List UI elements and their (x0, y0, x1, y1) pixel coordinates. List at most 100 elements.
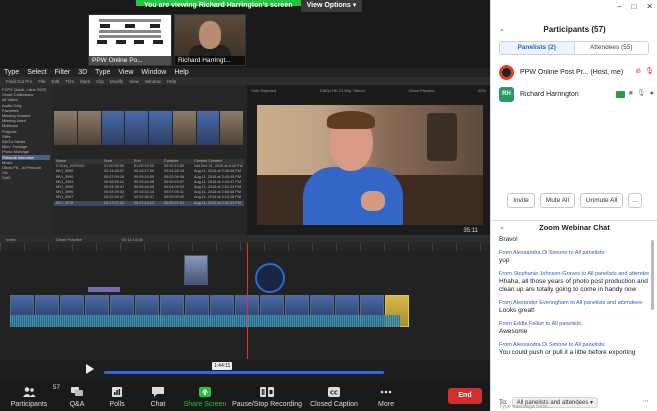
title-clip[interactable] (88, 287, 120, 292)
fcp-menu-item[interactable]: Mark (80, 79, 90, 84)
share-screen-icon (199, 387, 211, 397)
clip-cell: 00:17:14:13 (134, 200, 155, 205)
final-cut-pro-window: Final Cut Pro File Edit Trim Mark Clip M… (0, 77, 490, 381)
fcp-menu-item[interactable]: View (129, 79, 139, 84)
viewer-project-name: Clean Practice (408, 87, 435, 93)
unmute-all-button[interactable]: Unmute All (579, 193, 624, 208)
minimize-icon[interactable]: – (617, 2, 621, 12)
viewer-zoom[interactable]: 62% (478, 88, 486, 93)
share-screen-button[interactable]: Share Screen (178, 381, 232, 411)
video-off-icon: ⊘ (635, 68, 642, 75)
chat-button[interactable]: Chat (138, 381, 178, 411)
polls-label: Polls (109, 401, 125, 408)
sponsor-card (93, 17, 167, 53)
menu-type-2[interactable]: Type (95, 68, 110, 77)
video-thumbnail-richard[interactable]: Richard Harringt... (174, 14, 246, 66)
collapse-participants-icon[interactable]: ⌄ (499, 25, 505, 33)
tab-panelists[interactable]: Panelists (2) (500, 42, 575, 54)
participants-title: Participants (57) (543, 24, 606, 34)
avatar (499, 64, 514, 80)
chat-message: From Alessandra Di Simone to All panelis… (499, 250, 649, 265)
library-item[interactable]: SotX (2, 175, 50, 180)
chat-label: Chat (150, 401, 166, 408)
view-options-label: View Options (306, 2, 351, 9)
participants-button[interactable]: 57 Participants (0, 381, 60, 411)
chat-message-sender: From Eddie Felker to All panelists: (499, 321, 583, 327)
fcp-menu-item[interactable]: Modify (110, 79, 123, 84)
end-button[interactable]: End (448, 388, 482, 404)
closed-caption-icon: CC (328, 387, 340, 397)
chat-message-sender: From Alexander Everingham to All panelis… (499, 300, 644, 306)
menu-3d[interactable]: 3D (78, 68, 87, 77)
timeline-header: Index Clean Practice 01:11:14:15 (0, 235, 490, 243)
menu-filter[interactable]: Filter (55, 68, 71, 77)
chat-message-text: Looks great! (499, 307, 535, 314)
polls-button[interactable]: Polls (96, 381, 138, 411)
tab-attendees[interactable]: Attendees (55) (575, 42, 649, 54)
polls-icon (112, 387, 122, 397)
zoom-toolbar: 57 Participants Q&A Polls Chat Share Scr… (0, 381, 490, 411)
invite-button[interactable]: Invite (507, 193, 535, 208)
view-options-button[interactable]: View Options ▾ (300, 0, 363, 12)
mic-muted-icon: 🎙 (645, 68, 654, 75)
fcp-menu-item[interactable]: Window (145, 79, 161, 84)
clip-cell: Aug 11, 2016 at 2:31:33 PM (194, 200, 242, 205)
svg-text:CC: CC (330, 391, 338, 397)
maximize-icon[interactable]: □ (631, 2, 636, 12)
chat-message-text: yup (499, 257, 510, 264)
fcp-menu-item[interactable]: Edit (52, 79, 60, 84)
clip-rows: Z Ours_0GFDX0 01:00:00:00 01:00:10:00 00:00… (54, 164, 244, 206)
close-icon[interactable]: ✕ (646, 2, 653, 12)
playback-controls: 1:44:11 (0, 359, 490, 381)
chat-message-text: Hhaha, all those years of photo post pro… (499, 278, 648, 293)
menu-window[interactable]: Window (141, 68, 166, 77)
play-icon[interactable] (86, 364, 94, 374)
mute-all-button[interactable]: Mute All (539, 193, 575, 208)
participant-row[interactable]: PPW Online Post Pr... (Host, me) ⊘ 🎙 (499, 63, 654, 81)
fcp-menu-item[interactable]: Trim (65, 79, 74, 84)
mac-menu-bar: Type Select Filter 3D Type View Window H… (0, 68, 490, 77)
clip-browser: Name Start End Duration Content Created … (52, 85, 247, 235)
chat-messages: Bravo! From Alessandra Di Simone to All p… (499, 236, 649, 376)
pause-stop-recording-button[interactable]: Pause/Stop Recording (232, 381, 302, 411)
menu-view[interactable]: View (118, 68, 133, 77)
timeline-duration: 01:11:14:15 (121, 236, 143, 242)
video-thumbnail-ppw[interactable]: PPW Online Po... (88, 14, 172, 66)
more-button[interactable]: More (366, 381, 406, 411)
closed-caption-button[interactable]: CC Closed Caption (302, 381, 366, 411)
connected-clip[interactable] (184, 255, 208, 285)
menu-select[interactable]: Select (27, 68, 46, 77)
participants-more-button[interactable]: ... (628, 193, 642, 208)
connected-graphic-clip[interactable] (255, 263, 285, 293)
closed-caption-label: Closed Caption (310, 401, 358, 408)
viewer-timecode: 35:11 (463, 228, 478, 234)
fcp-menu-item[interactable]: File (38, 79, 45, 84)
chat-scrollbar[interactable] (651, 240, 654, 310)
chat-message-sender: From Alessandra Di Simone to All panelis… (499, 342, 606, 348)
chat-header: ⌄ Zoom Webinar Chat (491, 220, 657, 232)
participants-label: Participants (10, 401, 48, 408)
qa-button[interactable]: Q&A (58, 381, 96, 411)
playback-progress[interactable] (104, 371, 384, 374)
fcp-menu-item[interactable]: Clip (96, 79, 104, 84)
clip-row[interactable]: MVI_3978 00:17:07:12 00:17:14:13 00:00:07:0… (54, 200, 244, 206)
video-strip: You are viewing Richard Harrington's scr… (0, 0, 490, 68)
viewing-screen-message: You are viewing Richard Harrington's scr… (136, 0, 301, 9)
menu-type[interactable]: Type (4, 68, 19, 77)
filmstrip[interactable] (54, 111, 244, 145)
pause-stop-icon (260, 387, 274, 397)
timeline-ruler[interactable] (0, 243, 490, 251)
menu-help[interactable]: Help (174, 68, 188, 77)
participant-row[interactable]: RH Richard Harrington ■ 🎙 ● (499, 85, 654, 103)
viewer-panel: Hide Rejected 1080p HD 23.98p, Stereo Cl… (247, 85, 490, 235)
timeline-index-button[interactable]: Index (6, 237, 16, 242)
clip-cell: 00:17:07:12 (104, 200, 125, 205)
chat-message-input[interactable]: Type message here... (499, 404, 649, 411)
hide-rejected-filter[interactable]: Hide Rejected (251, 88, 276, 93)
viewer-video-frame (257, 105, 483, 225)
screen-share-icon (615, 90, 625, 98)
recording-icon: ● (649, 90, 654, 97)
fcp-menu-bar: Final Cut Pro File Edit Trim Mark Clip M… (0, 77, 490, 85)
fcp-menu-item[interactable]: Final Cut Pro (6, 79, 32, 84)
fcp-menu-item[interactable]: Help (167, 79, 176, 84)
